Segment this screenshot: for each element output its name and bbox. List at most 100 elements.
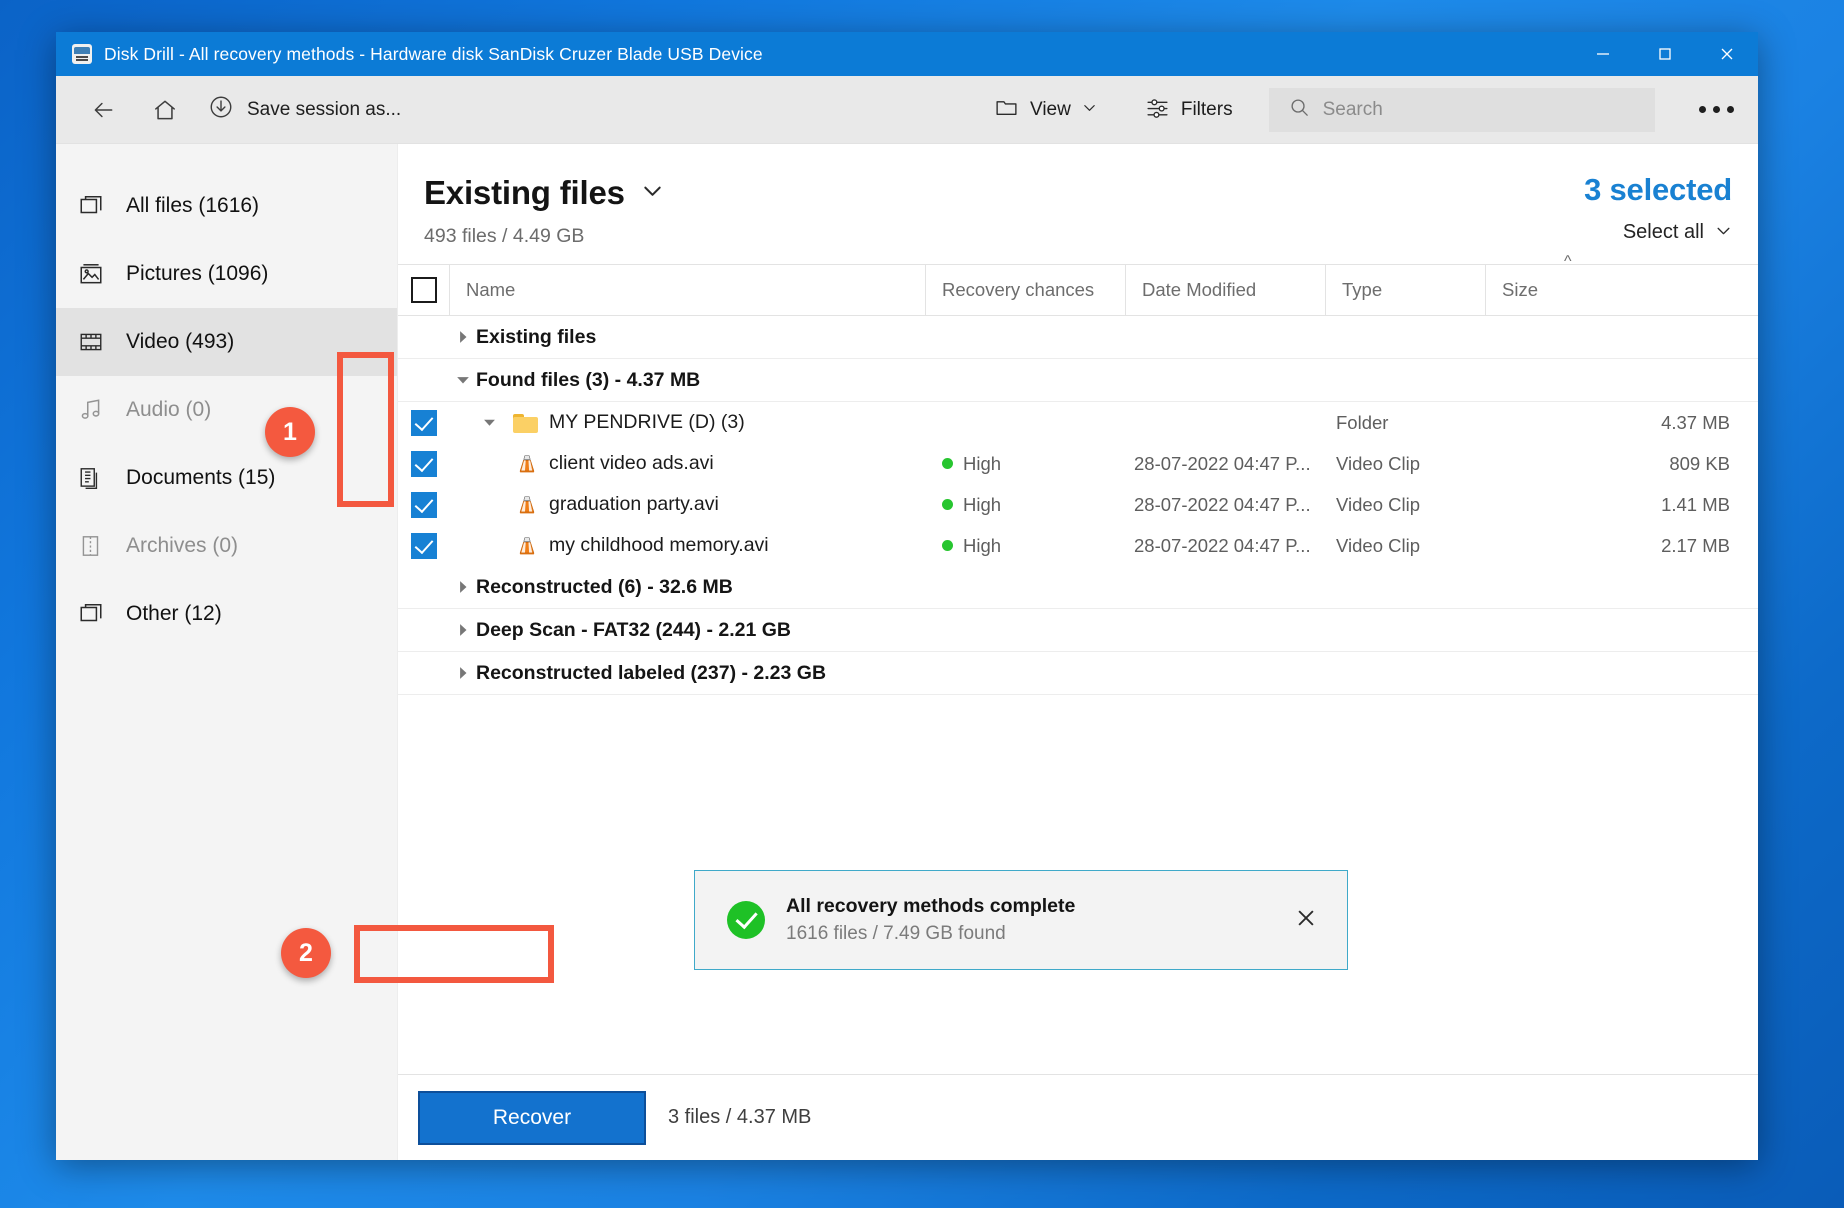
content-header: Existing files 493 files / 4.49 GB 3 sel… (398, 144, 1758, 264)
select-all-checkbox[interactable] (398, 265, 450, 315)
select-all-label: Select all (1622, 221, 1704, 243)
column-header-date-modified[interactable]: Date Modified (1126, 265, 1326, 315)
document-icon (78, 465, 104, 491)
table-row[interactable]: my childhood memory.avi High 28-07-2022 … (398, 525, 1758, 566)
sidebar-item-archives[interactable]: Archives (0) (56, 512, 397, 580)
table-header: Name Recovery chances Date Modified Type… (398, 253, 1758, 316)
content-area: Existing files 493 files / 4.49 GB 3 sel… (398, 144, 1758, 1160)
chevron-down-icon[interactable] (641, 179, 664, 207)
app-window: Disk Drill - All recovery methods - Hard… (56, 32, 1758, 1160)
row-checkbox[interactable] (398, 450, 450, 477)
search-icon (1288, 96, 1311, 124)
file-name: client video ads.avi (549, 452, 714, 474)
cell-recovery-chances: High (926, 453, 1126, 475)
row-checkbox[interactable] (398, 409, 450, 436)
recovery-chance-label: High (963, 534, 1002, 556)
checkbox-unchecked-icon (410, 277, 437, 303)
selected-count: 3 selected (1584, 172, 1732, 207)
table-row[interactable]: Found files (3) - 4.37 MB (398, 359, 1758, 402)
window-controls (1572, 32, 1758, 76)
column-header-name[interactable]: Name (450, 265, 926, 315)
recovery-status-dot-icon (942, 540, 953, 551)
vlc-cone-icon (516, 535, 538, 557)
files-icon (78, 601, 104, 627)
table-row[interactable]: graduation party.avi High 28-07-2022 04:… (398, 484, 1758, 525)
recover-button[interactable]: Recover (418, 1090, 646, 1145)
sidebar-item-label: Archives (0) (126, 534, 239, 557)
file-count-summary: 493 files / 4.49 GB (424, 225, 585, 247)
checkbox-checked-icon (411, 450, 437, 477)
select-all-button[interactable]: Select all (1584, 221, 1732, 244)
sidebar-item-documents[interactable]: Documents (15) (56, 444, 397, 512)
sidebar-item-audio[interactable]: Audio (0) (56, 376, 397, 444)
recovery-status-dot-icon (942, 458, 953, 469)
row-checkbox[interactable] (398, 532, 450, 559)
chevron-down-icon (1715, 222, 1732, 244)
chevron-right-icon[interactable] (450, 580, 476, 594)
archive-icon (78, 533, 104, 559)
back-arrow-icon[interactable] (80, 87, 126, 133)
close-icon[interactable] (1696, 32, 1758, 76)
view-button[interactable]: View (984, 87, 1107, 133)
cell-size: 1.41 MB (1661, 493, 1730, 515)
table-row[interactable]: MY PENDRIVE (D) (3) Folder 4.37 MB (398, 402, 1758, 443)
group-label: Deep Scan - FAT32 (244) - 2.21 GB (476, 618, 791, 641)
chevron-down-icon[interactable] (476, 416, 502, 429)
success-check-icon (727, 901, 765, 939)
cell-date-modified: 28-07-2022 04:47 P... (1134, 452, 1311, 474)
save-session-label: Save session as... (247, 98, 402, 120)
table-row[interactable]: Existing files (398, 316, 1758, 359)
checkbox-checked-icon (411, 491, 437, 518)
chevron-down-icon[interactable] (450, 373, 476, 387)
footer-selection-info: 3 files / 4.37 MB (668, 1106, 812, 1128)
search-input[interactable]: Search (1268, 88, 1655, 132)
cell-size: 4.37 MB (1661, 411, 1730, 433)
disk-drill-icon (72, 44, 92, 64)
cell-size: 809 KB (1669, 452, 1730, 474)
chevron-right-icon[interactable] (450, 623, 476, 637)
sidebar-item-label: All files (1616) (126, 194, 260, 217)
table-row[interactable]: Reconstructed labeled (237) - 2.23 GB (398, 652, 1758, 695)
sidebar-item-all-files[interactable]: All files (1616) (56, 172, 397, 240)
cell-date-modified: 28-07-2022 04:47 P... (1134, 493, 1311, 515)
sidebar-item-video[interactable]: Video (493) (56, 308, 397, 376)
filters-button[interactable]: Filters (1135, 87, 1243, 133)
folder-icon (994, 95, 1019, 126)
group-label: Reconstructed labeled (237) - 2.23 GB (476, 661, 827, 684)
vlc-cone-icon (516, 453, 538, 475)
toast-subtitle: 1616 files / 7.49 GB found (786, 923, 1006, 944)
sort-ascending-caret-icon: ^ (1564, 253, 1572, 270)
view-label: View (1030, 99, 1071, 120)
toast-title: All recovery methods complete (786, 895, 1076, 917)
row-checkbox[interactable] (398, 491, 450, 518)
footer-bar: Recover 3 files / 4.37 MB (398, 1074, 1758, 1160)
cell-recovery-chances: High (926, 535, 1126, 557)
maximize-icon[interactable] (1634, 32, 1696, 76)
picture-icon (78, 261, 104, 287)
group-label: Found files (3) - 4.37 MB (476, 368, 701, 391)
checkbox-checked-icon (411, 532, 437, 559)
body: All files (1616) Pictures (1096) Video (… (56, 144, 1758, 1160)
files-icon (78, 193, 104, 219)
column-header-recovery-chances[interactable]: Recovery chances (926, 265, 1126, 315)
save-session-button[interactable]: Save session as... (208, 94, 401, 125)
film-icon (78, 329, 104, 355)
more-options-icon[interactable] (1688, 87, 1744, 133)
sidebar-item-other[interactable]: Other (12) (56, 580, 397, 648)
table-row[interactable]: client video ads.avi High 28-07-2022 04:… (398, 443, 1758, 484)
column-header-type[interactable]: Type (1326, 265, 1486, 315)
toolbar: Save session as... View Filters Search (56, 76, 1758, 144)
recovery-chance-label: High (963, 452, 1002, 474)
table-row[interactable]: Reconstructed (6) - 32.6 MB (398, 566, 1758, 609)
chevron-right-icon[interactable] (450, 330, 476, 344)
column-header-size[interactable]: Size ^ (1486, 253, 1758, 315)
close-icon[interactable] (1295, 907, 1317, 934)
minimize-icon[interactable] (1572, 32, 1634, 76)
file-name: my childhood memory.avi (549, 534, 769, 556)
table-row[interactable]: Deep Scan - FAT32 (244) - 2.21 GB (398, 609, 1758, 652)
sliders-icon (1145, 95, 1170, 126)
sidebar-item-pictures[interactable]: Pictures (1096) (56, 240, 397, 308)
cell-size: 2.17 MB (1661, 534, 1730, 556)
chevron-right-icon[interactable] (450, 666, 476, 680)
home-icon[interactable] (142, 87, 188, 133)
